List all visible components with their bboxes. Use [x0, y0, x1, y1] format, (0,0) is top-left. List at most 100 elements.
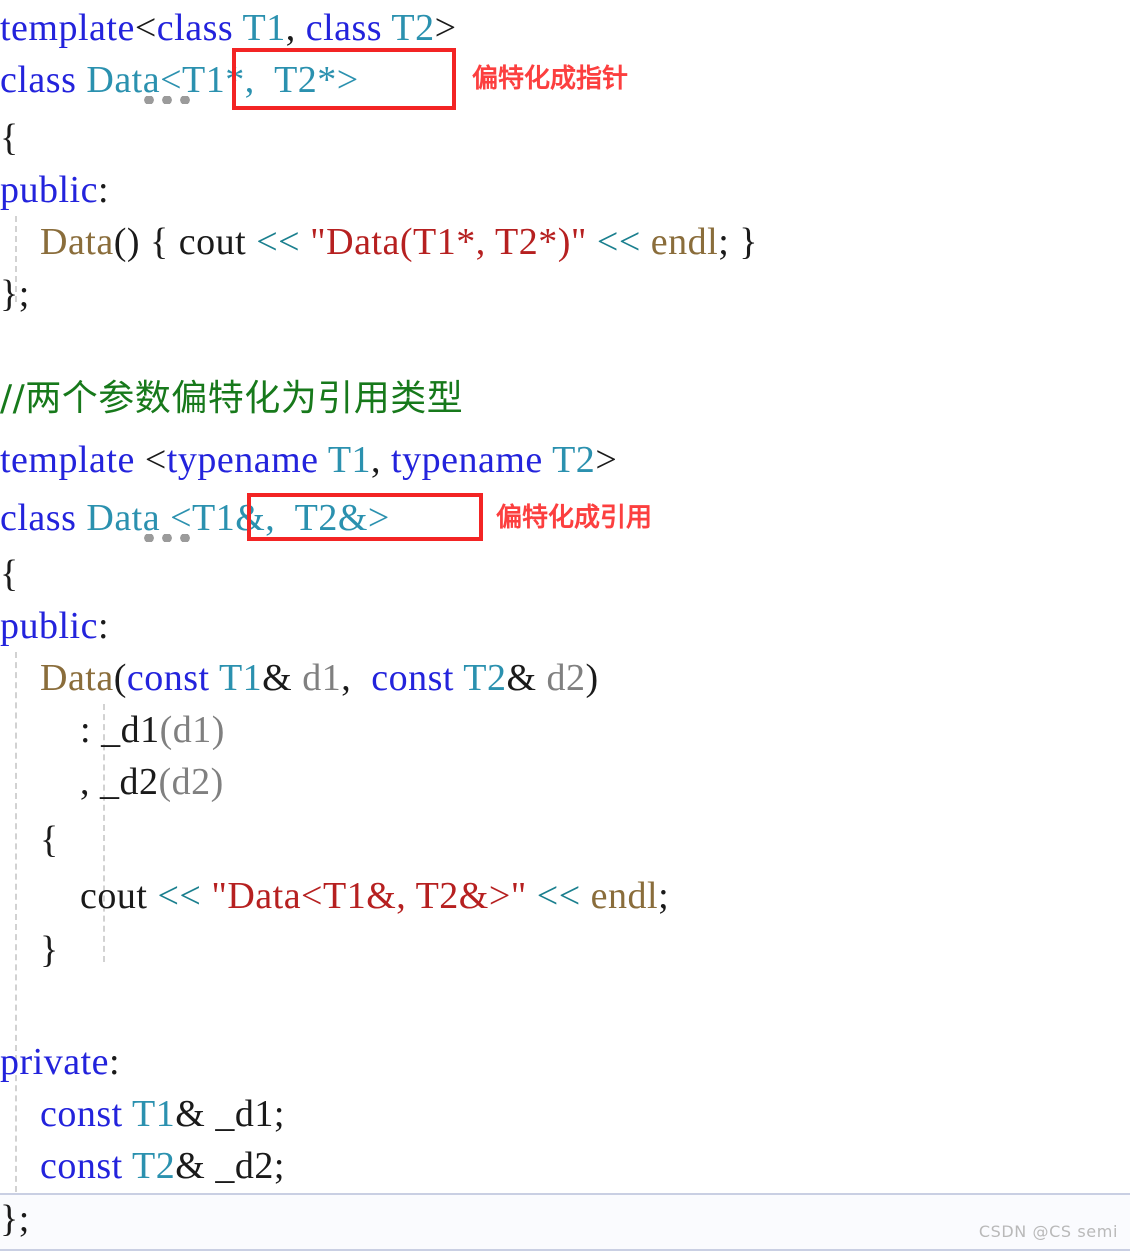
code-line-15[interactable]: { — [0, 814, 1130, 866]
token-member-d1: _d1 — [101, 709, 160, 751]
code-line-13[interactable]: : _d1(d1) — [0, 704, 1130, 756]
token-comma: , — [371, 439, 392, 481]
token-space-4 — [641, 221, 651, 263]
code-line-16[interactable]: cout << "Data<T1&, T2&>" << endl; — [0, 870, 1130, 922]
code-line-20[interactable]: const T2& _d2; — [0, 1140, 1130, 1192]
token-ctor-data: Data — [40, 221, 114, 263]
token-brace-open: { — [150, 221, 179, 263]
token-param-d2: d2 — [546, 657, 586, 699]
token-parens: () — [113, 221, 151, 263]
token-ampersand: & — [175, 1145, 216, 1187]
token-keyword-const: const — [40, 1093, 123, 1135]
code-line-14[interactable]: , _d2(d2) — [0, 756, 1130, 808]
code-line-10[interactable]: { — [0, 548, 1130, 600]
token-type-t1: T1 — [132, 1093, 176, 1135]
token-colon: : — [109, 1041, 121, 1083]
token-comma: , — [341, 657, 372, 699]
code-line-19[interactable]: const T1& _d1; — [0, 1088, 1130, 1140]
token-member-d2: _d2 — [215, 1145, 274, 1187]
token-brace-close: } — [40, 929, 59, 971]
token-comma: , — [285, 7, 306, 49]
selected-line-highlight[interactable]: }; — [0, 1193, 1130, 1251]
token-brace-close: } — [739, 221, 759, 263]
token-string-literal: "Data<T1&, T2&>" — [211, 875, 527, 917]
code-line-11[interactable]: public: — [0, 600, 1130, 652]
token-keyword-private: private — [0, 1041, 110, 1083]
token-angle-open: < — [144, 439, 167, 481]
code-line-5[interactable]: Data() { cout << "Data(T1*, T2*)" << end… — [0, 216, 1130, 268]
code-line-21[interactable]: }; — [0, 1195, 1130, 1249]
token-classname-data: Data — [86, 497, 161, 539]
token-type-t1: T1 — [327, 439, 372, 481]
token-keyword-typename-2: typename — [391, 439, 543, 481]
token-keyword-typename-1: typename — [166, 439, 319, 481]
token-semicolon: ; — [718, 221, 740, 263]
token-brace-open: { — [0, 553, 19, 595]
token-space-2 — [454, 657, 463, 699]
token-stream-operator-2: << — [596, 221, 641, 263]
token-init-colon: : — [80, 709, 102, 751]
token-space-3 — [527, 875, 537, 917]
token-stream-operator-2: << — [536, 875, 581, 917]
token-string-literal: "Data(T1*, T2*)" — [310, 221, 587, 263]
token-type-t2: T2 — [391, 7, 435, 49]
code-line-7-comment[interactable]: //两个参数偏特化为引用类型 — [0, 372, 1130, 424]
token-keyword-class: class — [0, 497, 77, 539]
token-keyword-const-2: const — [371, 657, 454, 699]
code-line-4[interactable]: public: — [0, 164, 1130, 216]
token-keyword-class-2: class — [305, 7, 383, 49]
token-ampersand: & — [175, 1093, 216, 1135]
token-keyword-public: public — [0, 169, 98, 211]
token-keyword-public: public — [0, 605, 98, 647]
token-space-3 — [587, 221, 597, 263]
token-keyword-class: class — [0, 59, 77, 101]
token-template-args-pointer: <T1*, T2*> — [160, 59, 359, 101]
token-type-t2: T2 — [552, 439, 596, 481]
code-line-18[interactable]: private: — [0, 1036, 1130, 1088]
code-line-6[interactable]: }; — [0, 268, 1130, 320]
token-type-t2: T2 — [463, 657, 507, 699]
token-type-t1: T1 — [242, 7, 286, 49]
code-line-3[interactable]: { — [0, 112, 1130, 164]
token-space-0 — [135, 439, 145, 481]
token-comment: //两个参数偏特化为引用类型 — [0, 378, 464, 419]
data-hint-underline-2 — [140, 534, 194, 542]
token-template-args-reference: <T1&, T2&> — [170, 497, 390, 539]
token-init-comma: , — [80, 761, 100, 803]
code-line-17[interactable]: } — [0, 924, 1130, 976]
token-class-end: }; — [0, 1198, 30, 1240]
token-keyword-const: const — [40, 1145, 123, 1187]
token-colon: : — [97, 169, 110, 211]
token-space-2 — [201, 875, 211, 917]
token-cout: cout — [178, 221, 247, 263]
token-paren-open: ( — [113, 657, 127, 699]
code-line-1[interactable]: template<class T1, class T2> — [0, 2, 1130, 54]
token-semicolon: ; — [273, 1093, 285, 1135]
code-line-12[interactable]: Data(const T1& d1, const T2& d2) — [0, 652, 1130, 704]
token-stream-operator-1: << — [157, 875, 202, 917]
token-keyword-class: class — [156, 7, 234, 49]
token-init-arg-d2: (d2) — [158, 761, 224, 803]
token-keyword-template: template — [0, 7, 135, 49]
code-line-8[interactable]: template <typename T1, typename T2> — [0, 434, 1130, 486]
data-hint-underline-1 — [140, 96, 194, 104]
token-ampersand-1: & — [262, 657, 303, 699]
token-param-d1: d1 — [302, 657, 342, 699]
token-class-end: }; — [0, 273, 30, 315]
annotation-label-pointer: 偏特化成指针 — [472, 64, 629, 94]
token-colon: : — [97, 605, 110, 647]
token-paren-close: ) — [585, 657, 599, 699]
